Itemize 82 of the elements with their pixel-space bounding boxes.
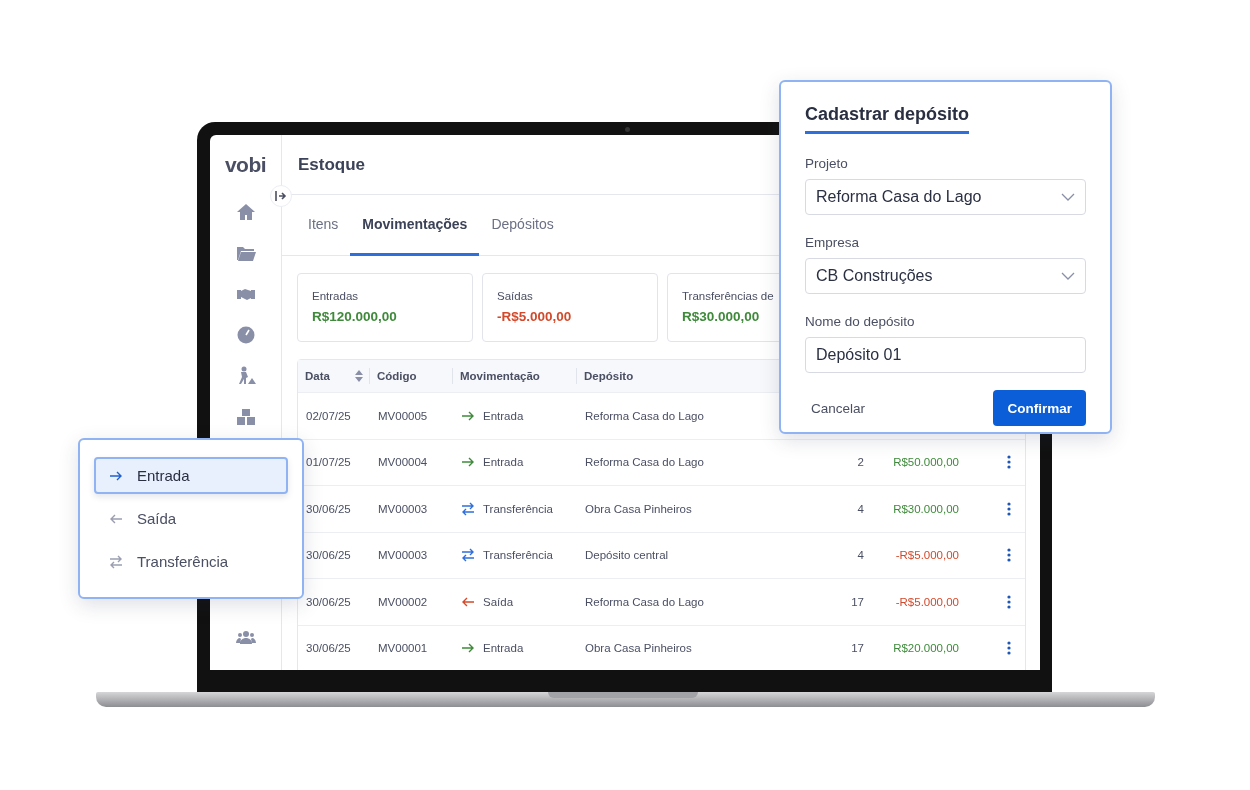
select-field[interactable]: CB Construções <box>805 258 1086 294</box>
value-cell: R$20.000,00 <box>893 642 959 655</box>
field-label: Projeto <box>805 156 849 171</box>
movement-cell: Entrada <box>483 642 524 655</box>
kebab-icon[interactable] <box>1007 594 1011 609</box>
kebab-icon[interactable] <box>1007 455 1011 470</box>
card-value: R$120.000,00 <box>312 309 398 324</box>
kebab-icon[interactable] <box>1007 501 1011 516</box>
boxes-icon[interactable] <box>235 407 256 427</box>
vobi-logo: vobi <box>224 153 267 177</box>
value-cell: R$30.000,00 <box>893 502 959 515</box>
quantity-cell: 2 <box>857 456 864 469</box>
code-cell: MV00004 <box>378 456 428 469</box>
value-cell: -R$5.000,00 <box>895 595 959 608</box>
card-label: Transferências de <box>682 290 775 302</box>
chevron-down-icon[interactable] <box>1061 272 1075 280</box>
menu-item[interactable]: Saída <box>94 500 288 537</box>
deposit-cell: Reforma Casa do Lago <box>585 595 704 608</box>
date-cell: 30/06/25 <box>306 642 351 655</box>
code-cell: MV00005 <box>378 409 428 422</box>
arrow-icon <box>461 642 475 655</box>
arrow-icon <box>461 409 475 422</box>
sort-icon[interactable] <box>355 370 363 382</box>
dialog-title: Cadastrar depósito <box>805 104 970 134</box>
movement-cell: Saída <box>483 595 514 608</box>
code-cell: MV00003 <box>378 549 428 562</box>
movement-cell: Entrada <box>483 409 524 422</box>
date-cell: 30/06/25 <box>306 595 351 608</box>
menu-item[interactable]: Transferência <box>94 543 288 580</box>
code-cell: MV00003 <box>378 502 428 515</box>
quantity-cell: 17 <box>851 595 864 608</box>
field-label: Nome do depósito <box>805 314 916 329</box>
movement-cell: Entrada <box>483 456 524 469</box>
kebab-icon[interactable] <box>1007 641 1011 656</box>
home-icon[interactable] <box>235 202 256 222</box>
deposit-cell: Obra Casa Pinheiros <box>585 502 692 515</box>
quantity-cell: 4 <box>857 549 864 562</box>
arrow-icon[interactable] <box>275 191 287 201</box>
code-cell: MV00002 <box>378 595 428 608</box>
deposit-cell: Depósito central <box>585 549 669 562</box>
deposit-cell: Obra Casa Pinheiros <box>585 642 692 655</box>
arrow-icon <box>461 595 475 608</box>
select-field[interactable]: Reforma Casa do Lago <box>805 179 1086 215</box>
confirm-button[interactable]: Confirmar <box>993 390 1086 426</box>
date-cell: 30/06/25 <box>306 502 351 515</box>
swap-arrows-icon <box>109 554 123 569</box>
value-cell: R$50.000,00 <box>893 456 959 469</box>
code-cell: MV00001 <box>378 642 428 655</box>
page-title: Estoque <box>298 154 366 175</box>
sidebar-toggle-button[interactable] <box>270 185 292 207</box>
tab[interactable]: Depósitos <box>479 195 566 256</box>
arrow-icon <box>109 512 123 525</box>
column-header[interactable]: Movimentação <box>460 370 540 382</box>
quantity-cell: 17 <box>851 642 864 655</box>
arrow-icon <box>461 456 475 469</box>
tab[interactable]: Movimentações <box>350 195 480 256</box>
column-header[interactable]: Data <box>305 370 330 382</box>
deposit-cell: Reforma Casa do Lago <box>585 409 704 422</box>
date-cell: 02/07/25 <box>306 409 351 422</box>
date-cell: 30/06/25 <box>306 549 351 562</box>
card-label: Entradas <box>312 290 360 302</box>
movement-cell: Transferência <box>483 502 553 515</box>
movement-cell: Transferência <box>483 549 553 562</box>
card-value: -R$5.000,00 <box>497 309 573 324</box>
swap-arrows-icon <box>461 548 475 563</box>
gauge-icon[interactable] <box>235 325 256 345</box>
date-cell: 01/07/25 <box>306 456 351 469</box>
tab[interactable]: Itens <box>296 195 351 256</box>
field-label: Empresa <box>805 235 861 250</box>
column-header[interactable]: Código <box>377 370 417 382</box>
quantity-cell: 4 <box>857 502 864 515</box>
column-header[interactable]: Depósito <box>584 370 634 382</box>
input-field[interactable]: Depósito 01 <box>805 337 1086 373</box>
chevron-down-icon[interactable] <box>1061 193 1075 201</box>
swap-arrows-icon <box>461 501 475 516</box>
kebab-icon[interactable] <box>1007 548 1011 563</box>
arrow-icon <box>109 469 123 482</box>
value-cell: -R$5.000,00 <box>895 549 959 562</box>
menu-item[interactable]: Entrada <box>94 457 288 494</box>
card-label: Saídas <box>497 290 534 302</box>
deposit-cell: Reforma Casa do Lago <box>585 456 704 469</box>
cancel-button[interactable]: Cancelar <box>805 394 872 422</box>
